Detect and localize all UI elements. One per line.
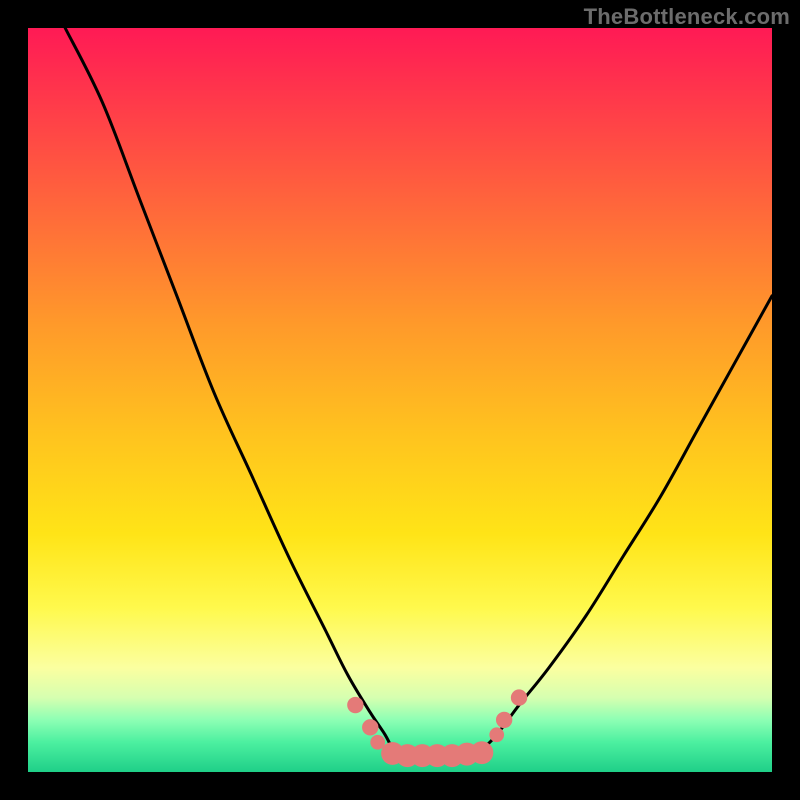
bottom-marker — [470, 741, 493, 764]
bottom-marker — [347, 697, 363, 713]
chart-frame: TheBottleneck.com — [0, 0, 800, 800]
watermark-text: TheBottleneck.com — [584, 4, 790, 30]
bottom-marker — [489, 727, 504, 742]
chart-svg — [28, 28, 772, 772]
curve-left-branch — [65, 28, 392, 750]
plot-area — [28, 28, 772, 772]
bottom-marker — [511, 689, 527, 705]
bottom-marker — [496, 712, 512, 728]
curve-right-branch — [482, 296, 772, 750]
bottom-marker — [362, 719, 378, 735]
